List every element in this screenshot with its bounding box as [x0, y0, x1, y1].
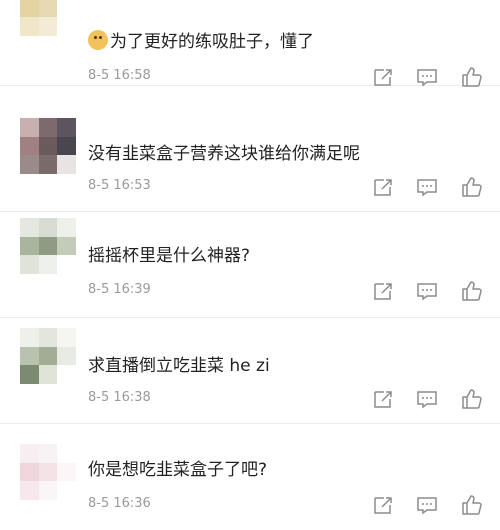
avatar[interactable] — [20, 218, 76, 274]
comment-icon[interactable] — [416, 66, 438, 88]
avatar[interactable] — [20, 0, 76, 36]
like-icon[interactable] — [460, 388, 482, 410]
like-icon[interactable] — [460, 280, 482, 302]
comment-time: 8-5 16:36 — [88, 496, 151, 511]
comment-text: 摇摇杯里是什么神器? — [88, 246, 251, 266]
comment-text: 为了更好的练吸肚子，懂了 — [88, 30, 314, 54]
like-icon[interactable] — [460, 66, 482, 88]
comment-time: 8-5 16:58 — [88, 68, 151, 83]
comment-text: 求直播倒立吃韭菜 he zi — [88, 356, 270, 376]
comment-icon[interactable] — [416, 388, 438, 410]
comment-time: 8-5 16:53 — [88, 178, 151, 193]
comment-item: 没有韭菜盒子营养这块谁给你满足呢 8-5 16:53 — [0, 106, 500, 212]
share-icon[interactable] — [372, 176, 394, 198]
share-icon[interactable] — [372, 280, 394, 302]
comment-time: 8-5 16:38 — [88, 390, 151, 405]
share-icon[interactable] — [372, 388, 394, 410]
comment-icon[interactable] — [416, 494, 438, 516]
share-icon[interactable] — [372, 66, 394, 88]
comment-item: 为了更好的练吸肚子，懂了 8-5 16:58 — [0, 0, 500, 88]
comment-text: 你是想吃韭菜盒子了吧? — [88, 460, 268, 480]
comment-item: 你是想吃韭菜盒子了吧? 8-5 16:36 — [0, 424, 500, 530]
comment-icon[interactable] — [416, 176, 438, 198]
avatar[interactable] — [20, 328, 76, 384]
comment-time: 8-5 16:39 — [88, 282, 151, 297]
like-icon[interactable] — [460, 494, 482, 516]
avatar[interactable] — [20, 444, 76, 500]
like-icon[interactable] — [460, 176, 482, 198]
comment-icon[interactable] — [416, 280, 438, 302]
comment-text: 没有韭菜盒子营养这块谁给你满足呢 — [88, 144, 360, 164]
doge-emoji-icon — [88, 30, 108, 50]
avatar[interactable] — [20, 118, 76, 174]
comment-item: 求直播倒立吃韭菜 he zi 8-5 16:38 — [0, 318, 500, 424]
comment-item: 摇摇杯里是什么神器? 8-5 16:39 — [0, 212, 500, 318]
share-icon[interactable] — [372, 494, 394, 516]
